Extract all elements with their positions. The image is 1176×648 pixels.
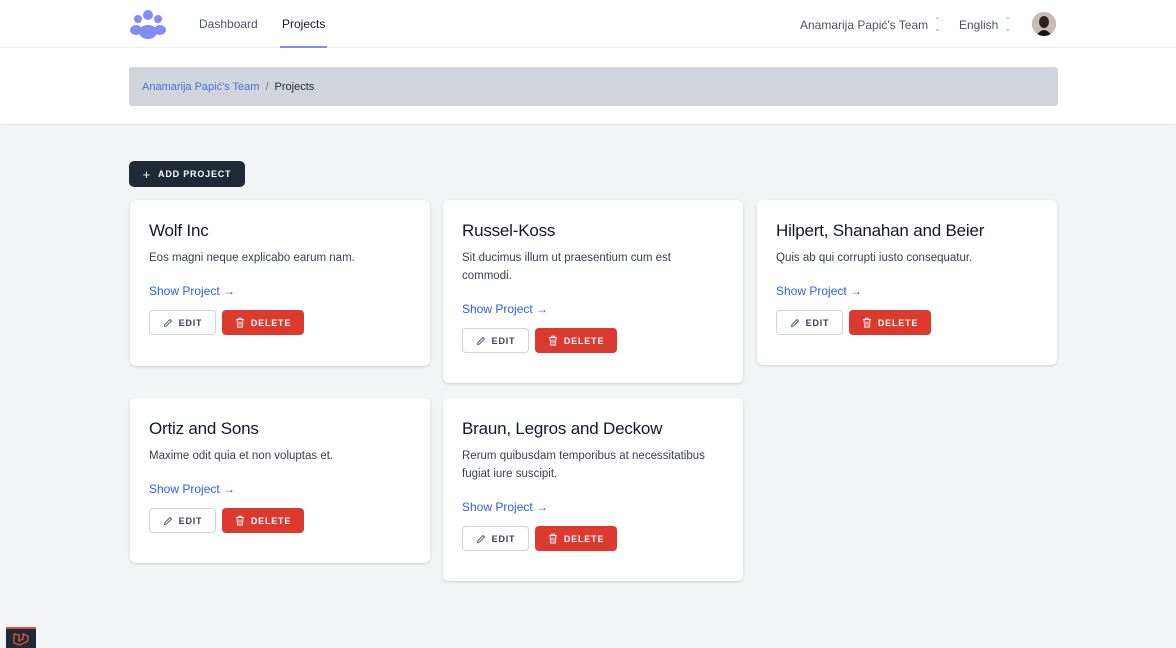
project-card: Russel-Koss Sit ducimus illum ut praesent…: [443, 200, 743, 383]
project-description: Rerum quibusdam temporibus at necessitat…: [462, 450, 705, 480]
trash-icon: [235, 317, 245, 328]
breadcrumb-separator: /: [265, 80, 269, 93]
breadcrumb: Anamarija Papić's Team / Projects: [129, 67, 1058, 106]
language-selector[interactable]: English ⌃ ⌄: [959, 17, 1011, 33]
project-card: Ortiz and Sons Maxime odit quia et non vo…: [130, 398, 430, 563]
edit-project-button[interactable]: EDIT: [462, 328, 529, 353]
edit-label: EDIT: [491, 533, 516, 544]
delete-project-button[interactable]: DELETE: [222, 508, 304, 533]
project-title: Russel-Koss: [462, 221, 556, 240]
project-title: Hilpert, Shanahan and Beier: [776, 221, 985, 240]
language-selector-label: English: [959, 18, 999, 32]
edit-label: EDIT: [178, 317, 203, 328]
chevron-updown-icon: ⌃ ⌄: [934, 16, 941, 33]
delete-project-button[interactable]: DELETE: [849, 310, 931, 335]
top-navigation-bar: Dashboard Projects Anamarija Papić's Tea…: [0, 0, 1176, 48]
project-actions: EDIT DELETE: [776, 310, 1038, 335]
delete-project-button[interactable]: DELETE: [535, 526, 617, 551]
project-title: Ortiz and Sons: [149, 419, 259, 438]
chevron-updown-icon: ⌃ ⌄: [1004, 16, 1012, 33]
edit-label: EDIT: [178, 515, 203, 526]
delete-label: DELETE: [877, 317, 919, 328]
show-project-link[interactable]: Show Project →: [776, 284, 862, 298]
pencil-icon: [476, 336, 486, 346]
project-actions: EDIT DELETE: [149, 508, 411, 533]
trash-icon: [548, 335, 558, 346]
show-project-link[interactable]: Show Project →: [462, 302, 548, 316]
edit-label: EDIT: [491, 335, 516, 346]
project-card: Hilpert, Shanahan and Beier Quis ab qui c…: [757, 200, 1057, 365]
team-selector[interactable]: Anamarija Papić's Team ⌃ ⌄: [800, 17, 941, 33]
plus-icon: +: [142, 166, 152, 182]
project-title: Wolf Inc: [149, 221, 209, 240]
show-project-link[interactable]: Show Project →: [462, 500, 548, 514]
delete-label: DELETE: [250, 317, 292, 328]
trash-icon: [862, 317, 872, 328]
team-people-icon[interactable]: [130, 9, 166, 39]
pencil-icon: [163, 516, 173, 526]
breadcrumb-current: Projects: [274, 80, 315, 93]
project-description: Sit ducimus illum ut praesentium cum est…: [462, 252, 671, 282]
edit-project-button[interactable]: EDIT: [149, 310, 216, 335]
show-project-link[interactable]: Show Project →: [149, 482, 235, 496]
project-description: Maxime odit quia et non voluptas et.: [149, 450, 334, 462]
edit-project-button[interactable]: EDIT: [776, 310, 843, 335]
add-project-button[interactable]: + ADD PROJECT: [129, 161, 245, 187]
delete-project-button[interactable]: DELETE: [535, 328, 617, 353]
delete-project-button[interactable]: DELETE: [222, 310, 304, 335]
delete-label: DELETE: [563, 335, 605, 346]
trash-icon: [235, 515, 245, 526]
project-actions: EDIT DELETE: [462, 328, 724, 353]
project-card: Wolf Inc Eos magni neque explicabo earum …: [130, 200, 430, 366]
project-description: Quis ab qui corrupti iusto consequatur.: [776, 252, 973, 264]
laravel-logo-icon[interactable]: [6, 627, 36, 648]
nav-dashboard-link[interactable]: Dashboard: [199, 17, 258, 48]
edit-project-button[interactable]: EDIT: [462, 526, 529, 551]
project-title: Braun, Legros and Deckow: [462, 419, 663, 438]
show-project-link[interactable]: Show Project →: [149, 284, 235, 298]
delete-label: DELETE: [563, 533, 605, 544]
pencil-icon: [476, 534, 486, 544]
user-avatar[interactable]: [1032, 12, 1056, 36]
project-actions: EDIT DELETE: [462, 526, 724, 551]
team-selector-label: Anamarija Papić's Team: [800, 18, 929, 32]
project-card: Braun, Legros and Deckow Rerum quibusdam …: [443, 398, 743, 581]
trash-icon: [548, 533, 558, 544]
edit-label: EDIT: [805, 317, 830, 328]
edit-project-button[interactable]: EDIT: [149, 508, 216, 533]
pencil-icon: [163, 318, 173, 328]
project-actions: EDIT DELETE: [149, 310, 411, 335]
pencil-icon: [790, 318, 800, 328]
add-project-label: ADD PROJECT: [158, 169, 232, 179]
project-description: Eos magni neque explicabo earum nam.: [149, 252, 355, 264]
breadcrumb-team-link[interactable]: Anamarija Papić's Team: [142, 81, 259, 93]
delete-label: DELETE: [250, 515, 292, 526]
nav-projects-link[interactable]: Projects: [279, 17, 328, 48]
